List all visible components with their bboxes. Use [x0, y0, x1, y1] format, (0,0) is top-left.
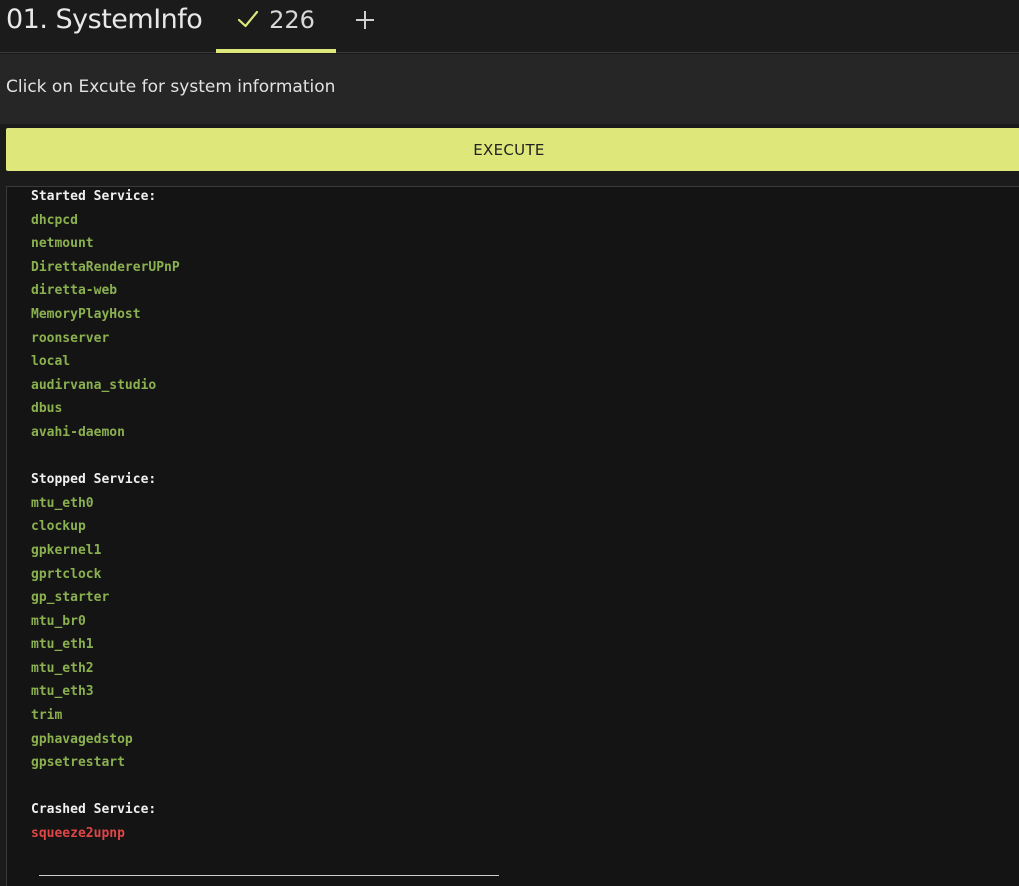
- started-service-item: local: [31, 354, 71, 370]
- started-service-item: diretta-web: [31, 283, 118, 299]
- started-service-item: avahi-daemon: [31, 424, 125, 440]
- stopped-service-item: gp_starter: [31, 590, 110, 606]
- stopped-service-item: mtu_eth1: [31, 637, 94, 653]
- started-service-item: netmount: [31, 236, 94, 252]
- stopped-service-item: gphavagedstop: [31, 731, 133, 747]
- stopped-service-item: clockup: [31, 519, 86, 535]
- started-heading: Started Service:: [31, 189, 157, 204]
- stopped-service-list: mtu_eth0clockup gpkernel1 gprtclock gp_star…: [31, 492, 180, 775]
- tab-count: 226: [269, 6, 315, 34]
- stopped-service-item: gpsetrestart: [31, 755, 125, 771]
- started-service-list: dhcpcd netmount DirettaRendererUPnP diretta…: [31, 209, 180, 445]
- check-icon: [237, 10, 259, 28]
- stopped-service-item: mtu_eth3: [31, 684, 94, 700]
- started-service-item: DirettaRendererUPnP: [31, 259, 180, 275]
- horizontal-scrollbar[interactable]: [39, 875, 499, 876]
- stopped-service-item: mtu_eth0: [31, 495, 94, 511]
- stopped-service-item: mtu_eth2: [31, 660, 94, 676]
- output-text: Started Service: dhcpcd netmount DirettaRe…: [31, 187, 180, 846]
- top-bar: 01. SystemInfo 226: [0, 0, 1019, 53]
- instruction-text: Click on Excute for system information: [6, 77, 336, 97]
- stopped-service-item: gpkernel1: [31, 542, 102, 558]
- stopped-service-item: mtu_br0: [31, 613, 86, 629]
- tab-run-status[interactable]: 226: [216, 0, 336, 53]
- instruction-panel: Click on Excute for system information: [0, 54, 1019, 124]
- execute-button[interactable]: EXECUTE: [6, 128, 1019, 171]
- started-service-item: MemoryPlayHost: [31, 306, 141, 322]
- crashed-service-list: squeeze2upnp: [31, 822, 180, 846]
- crashed-service-item: squeeze2upnp: [31, 826, 125, 842]
- started-service-item: roonserver: [31, 330, 110, 346]
- stopped-service-item: gprtclock: [31, 566, 102, 582]
- stopped-heading: Stopped Service:: [31, 472, 157, 488]
- page-title: 01. SystemInfo: [6, 4, 203, 35]
- output-console[interactable]: Started Service: dhcpcd netmount DirettaRe…: [6, 186, 1019, 886]
- started-service-item: audirvana_studio: [31, 377, 157, 393]
- started-service-item: dhcpcd: [31, 212, 78, 228]
- crashed-heading: Crashed Service:: [31, 802, 157, 818]
- started-service-item: dbus: [31, 401, 63, 417]
- add-tab-button[interactable]: [350, 3, 380, 37]
- plus-icon: [356, 11, 374, 29]
- stopped-service-item: trim: [31, 708, 63, 724]
